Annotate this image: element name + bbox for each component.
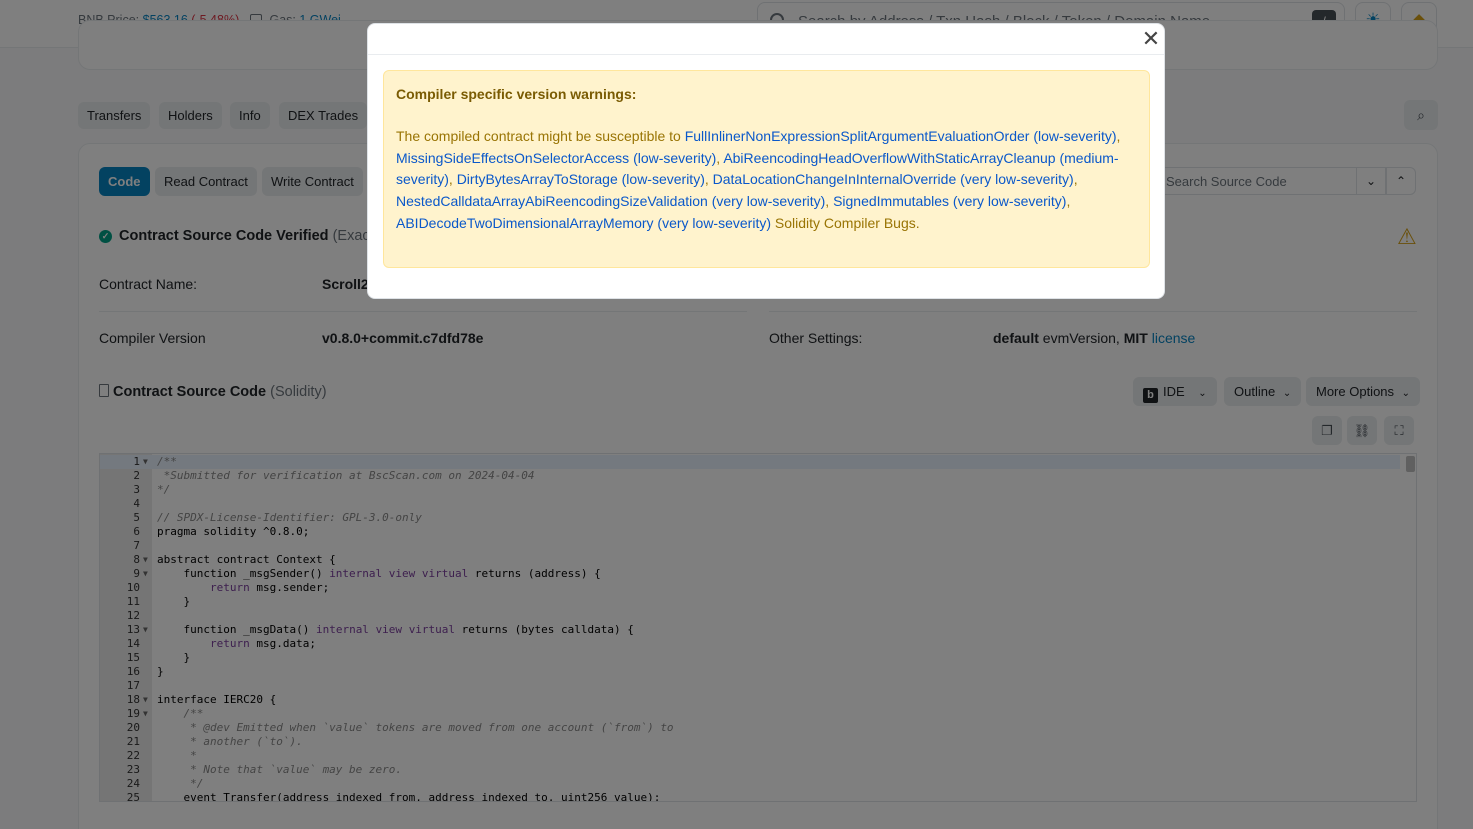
warning-intro: The compiled contract might be susceptib… <box>396 127 681 144</box>
warning-body: The compiled contract might be susceptib… <box>396 127 1121 231</box>
bug-link[interactable]: DirtyBytesArrayToStorage (low-severity) <box>457 171 705 187</box>
bug-link[interactable]: FullInlinerNonExpressionSplitArgumentEva… <box>685 128 1117 144</box>
modal-header: ✕ <box>368 24 1164 55</box>
close-icon: ✕ <box>1141 26 1161 51</box>
compiler-warnings-modal: ✕ Compiler specific version warnings: Th… <box>367 23 1165 299</box>
bug-link[interactable]: SignedImmutables (very low-severity) <box>833 193 1066 209</box>
warning-outro: Solidity Compiler Bugs. <box>774 214 920 231</box>
warning-alert: Compiler specific version warnings: The … <box>383 70 1150 268</box>
close-button[interactable]: ✕ <box>1140 28 1162 50</box>
bug-link[interactable]: NestedCalldataArrayAbiReencodingSizeVali… <box>396 193 825 209</box>
bug-link[interactable]: DataLocationChangeInInternalOverride (ve… <box>713 171 1074 187</box>
bug-link[interactable]: MissingSideEffectsOnSelectorAccess (low-… <box>396 150 716 166</box>
bug-link[interactable]: ABIDecodeTwoDimensionalArrayMemory (very… <box>396 215 771 231</box>
warning-title: Compiler specific version warnings: <box>396 86 637 102</box>
